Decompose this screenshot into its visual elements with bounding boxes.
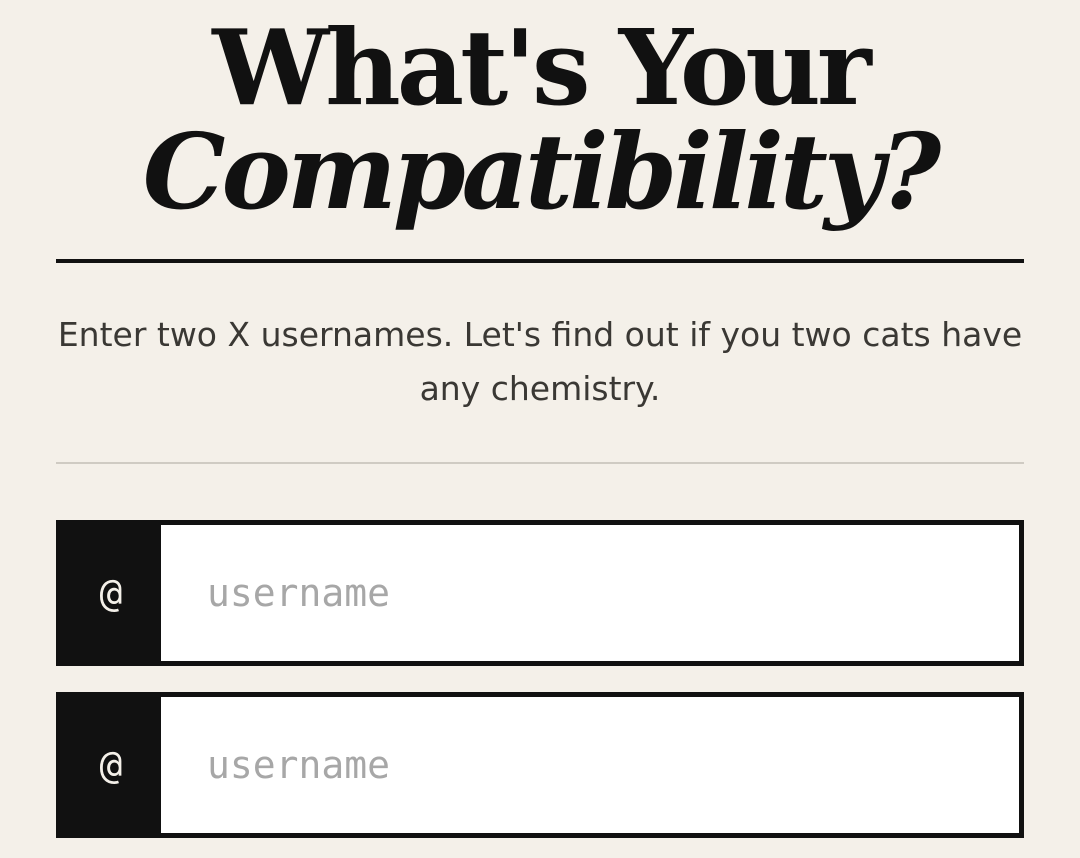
username-field-2[interactable]: @	[56, 692, 1024, 838]
username-input-1[interactable]	[161, 525, 1019, 661]
instructions-text: Enter two X usernames. Let's find out if…	[57, 315, 1023, 408]
at-sign-prefix: @	[61, 525, 161, 661]
page-title-line-2: Compatibility?	[142, 110, 941, 233]
section-divider	[56, 462, 1024, 464]
at-sign-prefix: @	[61, 697, 161, 833]
username-field-1[interactable]: @	[56, 520, 1024, 666]
title-divider	[56, 259, 1024, 263]
username-input-2[interactable]	[161, 697, 1019, 833]
